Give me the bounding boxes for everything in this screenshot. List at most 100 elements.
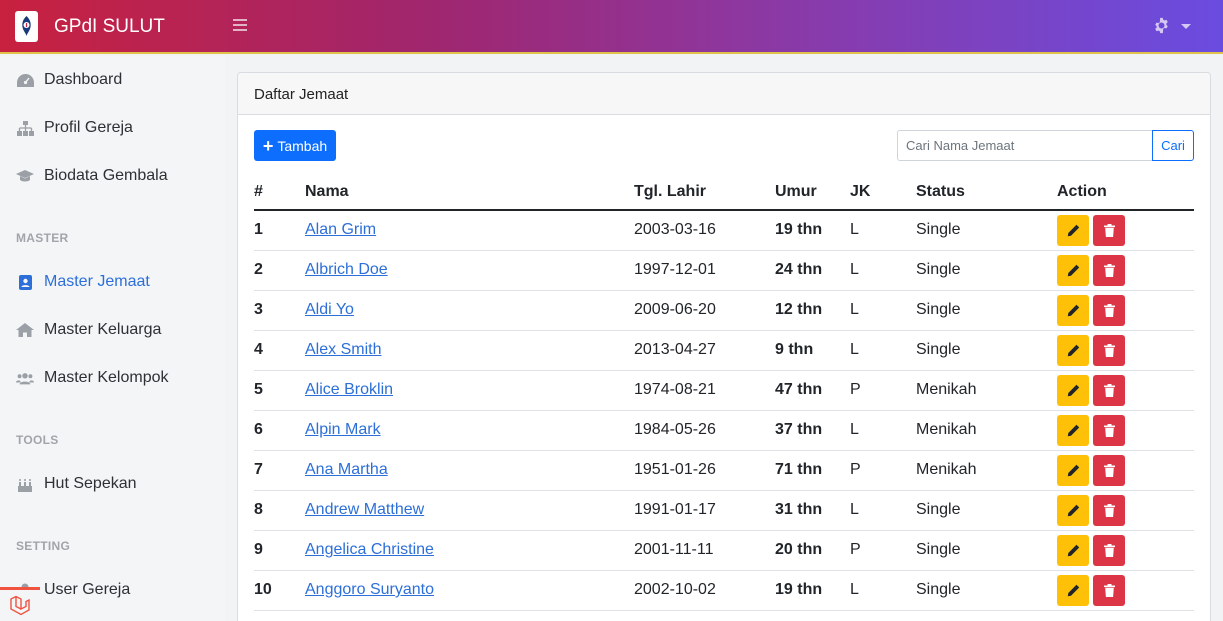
row-tgl-lahir: 2013-04-27: [634, 330, 775, 371]
delete-button[interactable]: [1093, 214, 1125, 246]
search-button[interactable]: Cari: [1152, 130, 1194, 161]
edit-button[interactable]: [1057, 334, 1089, 366]
delete-button[interactable]: [1093, 574, 1125, 606]
jemaat-name-link[interactable]: Alex Smith: [305, 341, 381, 358]
row-number: 8: [254, 490, 305, 531]
delete-button[interactable]: [1093, 454, 1125, 486]
plus-icon: +: [262, 135, 274, 156]
delete-button[interactable]: [1093, 254, 1125, 286]
sidebar-item-master-kelompok[interactable]: Master Kelompok: [0, 358, 225, 398]
dashboard-icon: [16, 72, 34, 88]
column-header-jk: JK: [850, 175, 916, 211]
row-number: 4: [254, 330, 305, 371]
row-umur: 37 thn: [775, 410, 850, 451]
sidebar-item-label: Master Keluarga: [44, 321, 162, 338]
sidebar-item-dashboard[interactable]: Dashboard: [0, 60, 225, 100]
row-nama-cell: Alpin Mark: [305, 410, 634, 451]
row-jk: L: [850, 290, 916, 331]
jemaat-name-link[interactable]: Albrich Doe: [305, 261, 388, 278]
edit-button[interactable]: [1057, 294, 1089, 326]
app-title[interactable]: GPdI SULUT: [54, 16, 165, 38]
row-tgl-lahir: 1997-12-01: [634, 250, 775, 291]
jemaat-name-link[interactable]: Alpin Mark: [305, 421, 381, 438]
table-row: 7 Ana Martha 1951-01-26 71 thn P Menikah: [254, 450, 1194, 491]
jemaat-name-link[interactable]: Andrew Matthew: [305, 501, 424, 518]
sidebar-item-master-jemaat[interactable]: Master Jemaat: [0, 262, 225, 302]
trash-icon: [1103, 423, 1115, 437]
jemaat-name-link[interactable]: Alice Broklin: [305, 381, 393, 398]
birthday-cake-icon: [16, 476, 34, 492]
top-navbar: GPdI SULUT: [0, 0, 1223, 54]
section-heading-master: MASTER: [16, 231, 69, 245]
delete-button[interactable]: [1093, 494, 1125, 526]
row-status: Single: [916, 250, 1057, 291]
row-umur: 47 thn: [775, 370, 850, 411]
row-status: Single: [916, 290, 1057, 331]
hamburger-icon[interactable]: [233, 19, 247, 33]
edit-button[interactable]: [1057, 374, 1089, 406]
row-actions: [1057, 210, 1194, 251]
edit-button[interactable]: [1057, 414, 1089, 446]
sidebar-item-master-keluarga[interactable]: Master Keluarga: [0, 310, 225, 350]
edit-button[interactable]: [1057, 534, 1089, 566]
church-logo[interactable]: [15, 11, 38, 42]
row-actions: [1057, 410, 1194, 451]
row-tgl-lahir: 2001-11-11: [634, 530, 775, 571]
edit-button[interactable]: [1057, 454, 1089, 486]
row-tgl-lahir: 2009-06-20: [634, 290, 775, 331]
chevron-down-icon[interactable]: [1181, 24, 1191, 29]
sidebar-item-profil-gereja[interactable]: Profil Gereja: [0, 108, 225, 148]
row-nama-cell: Alan Grim: [305, 210, 634, 251]
search-input[interactable]: [897, 130, 1153, 161]
row-status: Menikah: [916, 450, 1057, 491]
pencil-icon: [1067, 224, 1079, 236]
gear-icon[interactable]: [1153, 17, 1170, 40]
row-tgl-lahir: 1991-01-17: [634, 490, 775, 531]
delete-button[interactable]: [1093, 294, 1125, 326]
edit-button[interactable]: [1057, 574, 1089, 606]
column-header-tgl-lahir: Tgl. Lahir: [634, 175, 775, 211]
jemaat-name-link[interactable]: Ana Martha: [305, 461, 388, 478]
trash-icon: [1103, 383, 1115, 397]
delete-button[interactable]: [1093, 534, 1125, 566]
row-status: Single: [916, 530, 1057, 571]
jemaat-name-link[interactable]: Aldi Yo: [305, 301, 354, 318]
sidebar-item-label: Master Jemaat: [44, 273, 150, 290]
row-umur: 24 thn: [775, 250, 850, 291]
pencil-icon: [1067, 304, 1079, 316]
trash-icon: [1103, 223, 1115, 237]
column-header-nama: Nama: [305, 175, 634, 211]
users-icon: [16, 370, 34, 386]
edit-button[interactable]: [1057, 214, 1089, 246]
jemaat-table: # Nama Tgl. Lahir Umur JK Status Action …: [254, 175, 1194, 611]
add-jemaat-button[interactable]: + Tambah: [254, 130, 336, 161]
delete-button[interactable]: [1093, 374, 1125, 406]
jemaat-name-link[interactable]: Alan Grim: [305, 221, 376, 238]
delete-button[interactable]: [1093, 334, 1125, 366]
row-actions: [1057, 570, 1194, 611]
row-jk: L: [850, 410, 916, 451]
row-umur: 20 thn: [775, 530, 850, 571]
edit-button[interactable]: [1057, 494, 1089, 526]
sitemap-icon: [16, 120, 34, 136]
edit-button[interactable]: [1057, 254, 1089, 286]
jemaat-name-link[interactable]: Anggoro Suryanto: [305, 581, 434, 598]
table-row: 10 Anggoro Suryanto 2002-10-02 19 thn L Singl…: [254, 570, 1194, 611]
row-status: Single: [916, 210, 1057, 251]
column-header-action: Action: [1057, 175, 1194, 211]
row-number: 10: [254, 570, 305, 611]
table-row: 1 Alan Grim 2003-03-16 19 thn L Single: [254, 210, 1194, 251]
trash-icon: [1103, 263, 1115, 277]
row-number: 9: [254, 530, 305, 571]
sidebar-item-hut-sepekan[interactable]: Hut Sepekan: [0, 464, 225, 504]
row-nama-cell: Anggoro Suryanto: [305, 570, 634, 611]
laravel-logo-icon[interactable]: [0, 587, 40, 621]
delete-button[interactable]: [1093, 414, 1125, 446]
jemaat-name-link[interactable]: Angelica Christine: [305, 541, 434, 558]
pencil-icon: [1067, 504, 1079, 516]
row-jk: P: [850, 450, 916, 491]
row-nama-cell: Alice Broklin: [305, 370, 634, 411]
table-row: 2 Albrich Doe 1997-12-01 24 thn L Single: [254, 250, 1194, 291]
sidebar-item-biodata-gembala[interactable]: Biodata Gembala: [0, 156, 225, 196]
row-number: 7: [254, 450, 305, 491]
